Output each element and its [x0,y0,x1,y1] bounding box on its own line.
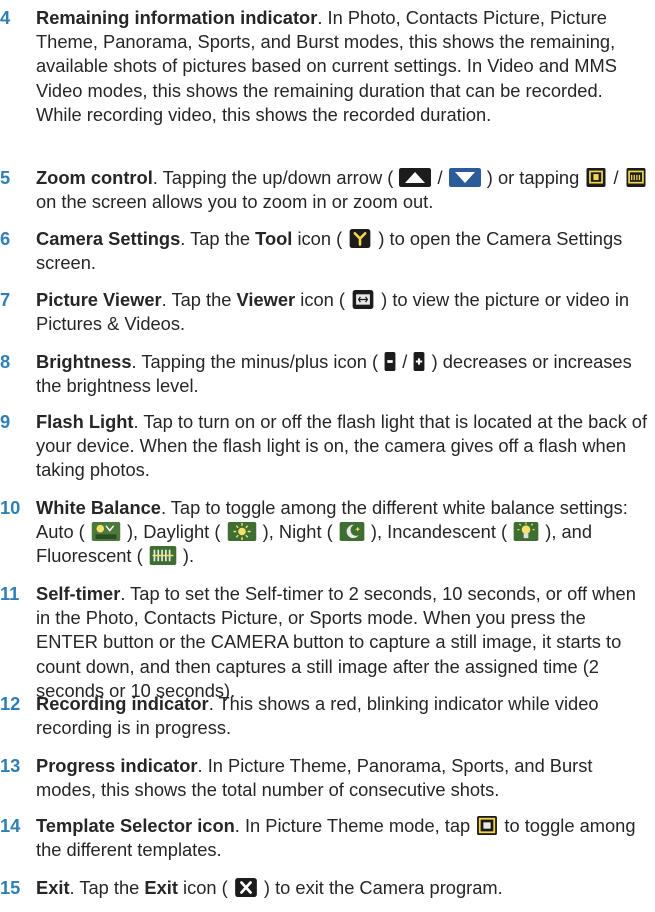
item-number: 6 [0,228,11,249]
incandescent-icon [513,522,539,542]
item-text: White Balance. Tap to toggle among the d… [36,497,628,567]
item-text: Camera Settings. Tap the Tool icon ( ) t… [36,228,623,274]
item-number: 4 [0,7,11,28]
item-number: 15 [0,877,21,898]
item-title: Template Selector icon [36,815,235,836]
item-title: Flash Light [36,411,134,432]
item-text: Self-timer. Tap to set the Self-timer to… [36,583,636,701]
item-number: 12 [0,693,21,714]
item-number: 7 [0,289,11,310]
item-text: Flash Light. Tap to turn on or off the f… [36,411,648,481]
item-number: 5 [0,167,11,188]
minus-icon [384,352,396,371]
item-text: Progress indicator. In Picture Theme, Pa… [36,755,593,801]
item-text: Remaining information indicator. In Phot… [36,6,650,127]
item-number: 9 [0,411,11,432]
item-text: Brightness. Tapping the minus/plus icon … [36,351,632,397]
item-number: 14 [0,815,21,836]
item-title: Self-timer [36,583,121,604]
daylight-icon [227,522,256,542]
item-text: Exit. Tap the Exit icon ( ) to exit the … [36,877,503,898]
item-number: 8 [0,351,11,372]
item-number: 11 [0,583,20,604]
night-icon [339,522,365,542]
zoom-in-icon [586,168,606,187]
item-text: Zoom control. Tapping the up/down arrow … [36,166,650,214]
item-title: Progress indicator [36,755,198,776]
item-number: 13 [0,755,21,776]
tool-icon [349,229,371,248]
item-text: Template Selector icon. In Picture Theme… [36,815,636,861]
item-title: Recording indicator [36,693,209,714]
up-arrow-icon [399,168,432,187]
item-number: 10 [0,497,21,518]
item-title: Brightness [36,351,132,372]
item-title: Picture Viewer [36,289,162,310]
template-icon [477,816,498,835]
item-title: Exit [36,877,70,898]
item-title: Zoom control [36,167,153,188]
exit-icon [234,878,257,897]
item-title: White Balance [36,497,161,518]
plus-icon [414,352,425,371]
down-arrow-icon [448,168,481,187]
fluorescent-icon [149,546,177,566]
item-title: Remaining information indicator [36,7,318,28]
zoom-out-icon [626,168,646,187]
auto-wb-icon [91,522,121,542]
item-text: Picture Viewer. Tap the Viewer icon ( ) … [36,289,630,335]
item-text: Recording indicator. This shows a red, b… [36,693,599,739]
viewer-icon [352,290,374,309]
item-title: Camera Settings [36,228,181,249]
